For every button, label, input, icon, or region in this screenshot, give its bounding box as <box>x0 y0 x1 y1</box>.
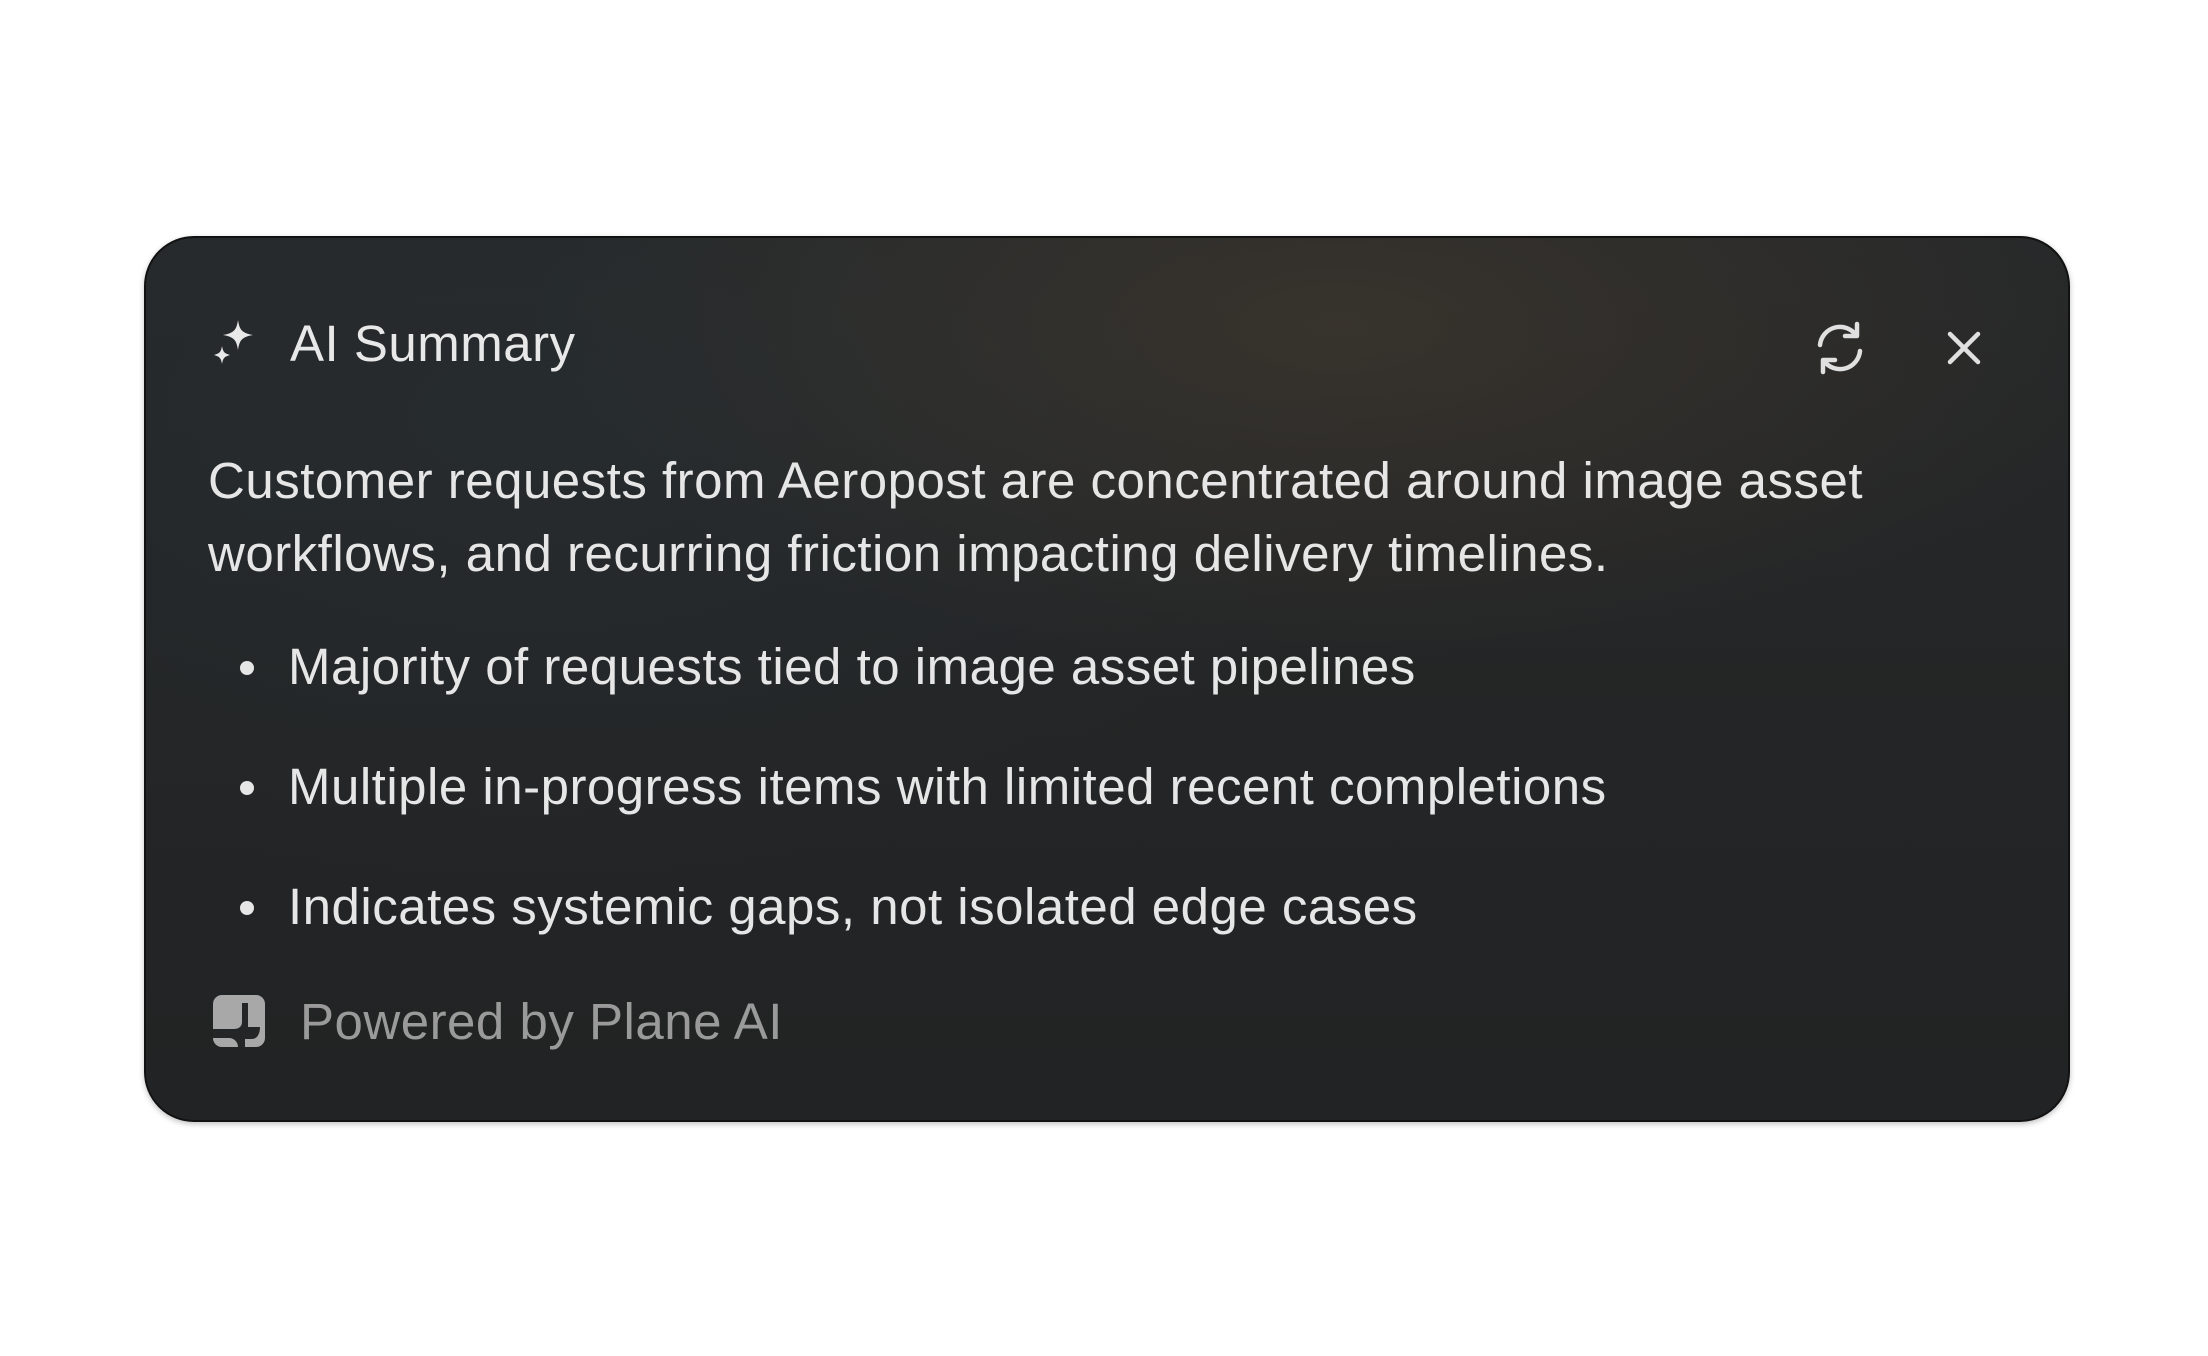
ai-summary-card: AI Summary Customer requests from Aeropo… <box>144 236 2070 1122</box>
powered-by-footer: Powered by Plane AI <box>212 994 783 1048</box>
panel-title: AI Summary <box>290 314 576 372</box>
card-header: AI Summary <box>208 316 576 370</box>
bullet-dot <box>240 781 254 795</box>
summary-bullet-item: Indicates systemic gaps, not isolated ed… <box>208 868 1607 988</box>
bullet-dot <box>240 661 254 675</box>
summary-bullet-item: Majority of requests tied to image asset… <box>208 628 1607 748</box>
refresh-button[interactable] <box>1808 318 1872 382</box>
refresh-icon <box>1810 318 1870 383</box>
close-icon <box>1944 328 1984 373</box>
plane-logo-icon <box>212 994 266 1048</box>
bullet-text: Indicates systemic gaps, not isolated ed… <box>288 878 1418 935</box>
powered-by-text: Powered by Plane AI <box>300 992 783 1050</box>
bullet-dot <box>240 901 254 915</box>
close-button[interactable] <box>1932 318 1996 382</box>
summary-text: Customer requests from Aeropost are conc… <box>208 452 1864 582</box>
sparkle-icon <box>208 316 262 370</box>
summary-bullet-list: Majority of requests tied to image asset… <box>208 628 1607 988</box>
summary-bullet-item: Multiple in-progress items with limited … <box>208 748 1607 868</box>
bullet-text: Multiple in-progress items with limited … <box>288 758 1607 815</box>
bullet-text: Majority of requests tied to image asset… <box>288 638 1416 695</box>
